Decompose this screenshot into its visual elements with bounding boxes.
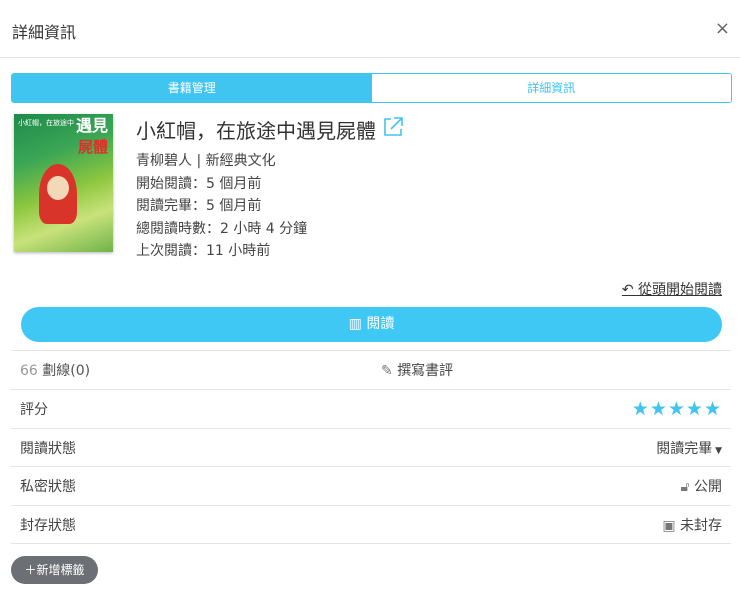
star-rating[interactable]: ★★★★★ xyxy=(632,398,722,420)
reading-status-value: 閱讀完畢 xyxy=(656,441,713,457)
last-read: 上次閱讀：11 小時前 xyxy=(136,243,271,259)
star-icon[interactable]: ★ xyxy=(668,398,686,420)
finished-reading: 閱讀完畢：5 個月前 xyxy=(136,198,262,214)
caret-down-icon: ▼ xyxy=(712,446,722,456)
archive-value: 未封存 xyxy=(680,517,722,534)
reading-status-row: 閱讀狀態 閱讀完畢 ▼ xyxy=(11,428,731,467)
archive-box-icon: ▣ xyxy=(662,517,680,534)
rating-label: 評分 xyxy=(20,402,48,418)
cover-title-a: 遇見 xyxy=(76,116,109,135)
tab-details[interactable]: 詳細資訊 xyxy=(371,74,731,102)
quote-icon: 66 xyxy=(20,363,43,379)
star-icon[interactable]: ★ xyxy=(632,398,650,420)
rating-row: 評分 ★★★★★ xyxy=(11,389,731,428)
book-title-row: 小紅帽，在旅途中遇見屍體 xyxy=(136,115,404,144)
dialog-header: 詳細資訊 × xyxy=(0,0,740,58)
close-icon[interactable]: × xyxy=(715,18,730,39)
star-icon[interactable]: ★ xyxy=(650,398,668,420)
reading-status-dropdown[interactable]: 閱讀完畢 ▼ xyxy=(656,438,722,458)
privacy-row: 私密狀態 🔓︎ 公開 xyxy=(11,466,731,505)
unlock-icon: 🔓︎ xyxy=(680,479,694,495)
read-button[interactable]: ▥ 閱讀 xyxy=(21,307,722,342)
edit-icon: ✎ xyxy=(381,363,398,379)
add-tag-label: 新增標籤 xyxy=(36,563,85,577)
archive-toggle[interactable]: ▣ 未封存 xyxy=(662,515,722,535)
archive-label: 封存狀態 xyxy=(20,517,76,534)
tab-book-management[interactable]: 書籍管理 xyxy=(12,74,372,102)
undo-icon: ↶ xyxy=(621,282,638,298)
author-publisher: 青柳碧人 | 新經典文化 xyxy=(136,153,276,169)
actions-row: 66 劃線(0) ✎ 撰寫書評 xyxy=(11,350,731,389)
cover-title-b: 屍體 xyxy=(78,138,109,156)
total-reading-time: 總閱讀時數：2 小時 4 分鐘 xyxy=(136,220,308,237)
archive-row: 封存狀態 ▣ 未封存 xyxy=(11,505,731,544)
book-icon: ▥ xyxy=(348,316,367,332)
highlights-button[interactable]: 66 劃線(0) xyxy=(20,360,90,380)
book-info: 青柳碧人 | 新經典文化 開始閱讀：5 個月前 閱讀完畢：5 個月前 總閱讀時數… xyxy=(136,150,307,263)
tab-bar: 書籍管理 詳細資訊 xyxy=(11,73,732,103)
star-icon[interactable]: ★ xyxy=(704,398,722,420)
book-title: 小紅帽，在旅途中遇見屍體 xyxy=(136,119,376,143)
book-cover: 小紅帽，在旅途中 遇見 屍體 xyxy=(14,114,113,252)
cover-series: 小紅帽，在旅途中 xyxy=(18,119,74,127)
plus-icon: ＋ xyxy=(24,563,37,577)
external-link-icon[interactable] xyxy=(382,116,404,143)
privacy-value: 公開 xyxy=(694,479,722,495)
restart-reading-link[interactable]: ↶ 從頭開始閱讀 xyxy=(622,279,722,299)
restart-label: 從頭開始閱讀 xyxy=(638,282,722,298)
star-icon[interactable]: ★ xyxy=(686,398,704,420)
write-review-button[interactable]: ✎ 撰寫書評 xyxy=(381,360,453,380)
cover-face xyxy=(47,176,69,200)
start-reading: 開始閱讀：5 個月前 xyxy=(136,175,262,192)
read-label: 閱讀 xyxy=(366,316,395,332)
review-label: 撰寫書評 xyxy=(397,363,454,379)
dialog-title: 詳細資訊 xyxy=(12,23,77,42)
add-tag-button[interactable]: ＋新增標籤 xyxy=(11,556,98,584)
highlights-label: 劃線(0) xyxy=(42,363,91,379)
privacy-label: 私密狀態 xyxy=(20,479,76,495)
privacy-toggle[interactable]: 🔓︎ 公開 xyxy=(680,476,722,496)
reading-status-label: 閱讀狀態 xyxy=(20,441,76,457)
